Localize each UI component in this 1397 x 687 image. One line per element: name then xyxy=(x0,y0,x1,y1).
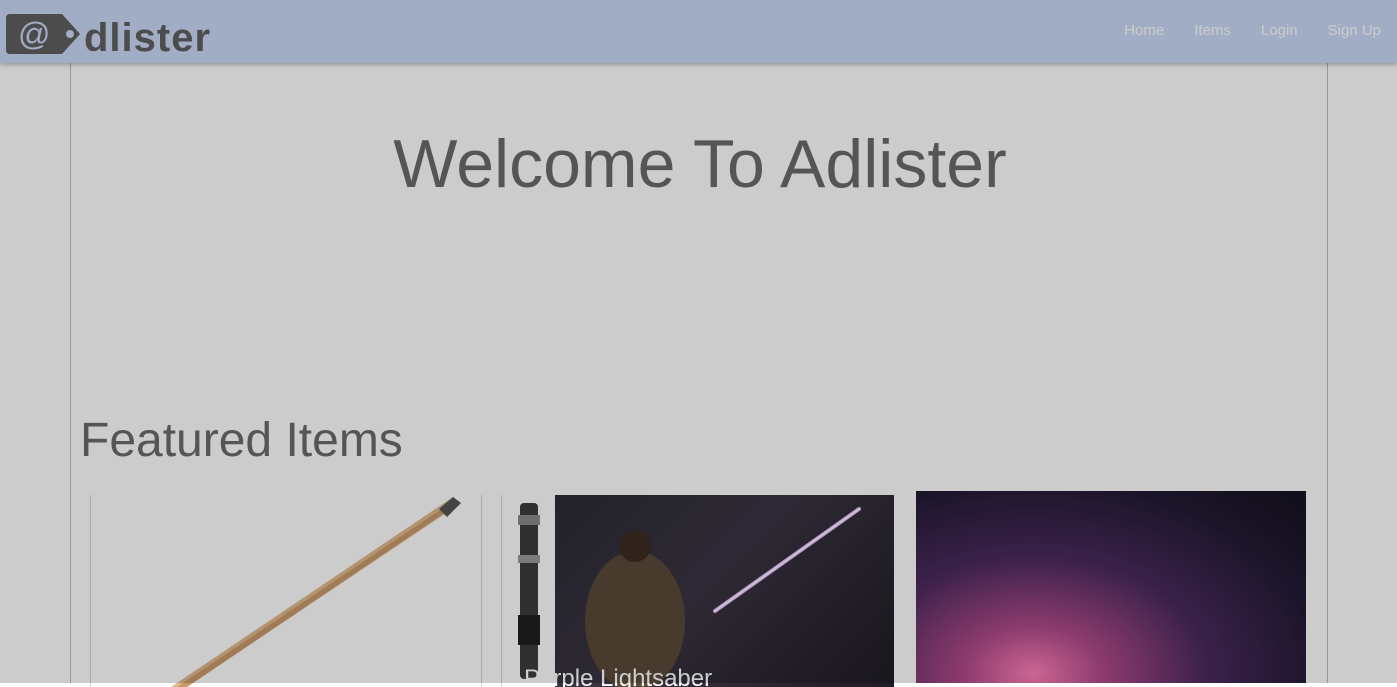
galaxy-item-card[interactable] xyxy=(916,491,1306,683)
pencil-item-card[interactable] xyxy=(90,495,482,687)
main-container: Welcome To Adlister Featured Items Purpl… xyxy=(70,63,1328,687)
nav-signup-link[interactable]: Sign Up xyxy=(1328,22,1381,39)
svg-text:@: @ xyxy=(18,16,50,52)
pencil-image xyxy=(171,497,461,687)
welcome-heading: Welcome To Adlister xyxy=(393,126,1007,202)
featured-items-carousel: Purple Lightsaber xyxy=(90,491,1310,687)
adlister-logo[interactable]: @ dlister xyxy=(4,10,210,58)
nav-login-link[interactable]: Login xyxy=(1261,22,1298,39)
featured-items-heading: Featured Items xyxy=(80,414,403,467)
page-body: Welcome To Adlister Featured Items Purpl… xyxy=(0,63,1397,687)
galaxy-image xyxy=(916,491,1306,683)
lightsaber-image xyxy=(555,495,894,687)
card-title: Purple Lightsaber xyxy=(524,665,713,687)
logo-text: dlister xyxy=(84,16,212,60)
top-navbar: @ dlister Home Items Login Sign Up xyxy=(0,0,1397,63)
nav-home-link[interactable]: Home xyxy=(1124,22,1164,39)
lightsaber-item-card[interactable]: Purple Lightsaber xyxy=(501,495,894,687)
lightsaber-hilt-image xyxy=(518,503,540,679)
at-tag-icon: @ xyxy=(6,14,80,54)
nav-links: Home Items Login Sign Up xyxy=(1124,22,1381,39)
nav-items-link[interactable]: Items xyxy=(1194,22,1231,39)
